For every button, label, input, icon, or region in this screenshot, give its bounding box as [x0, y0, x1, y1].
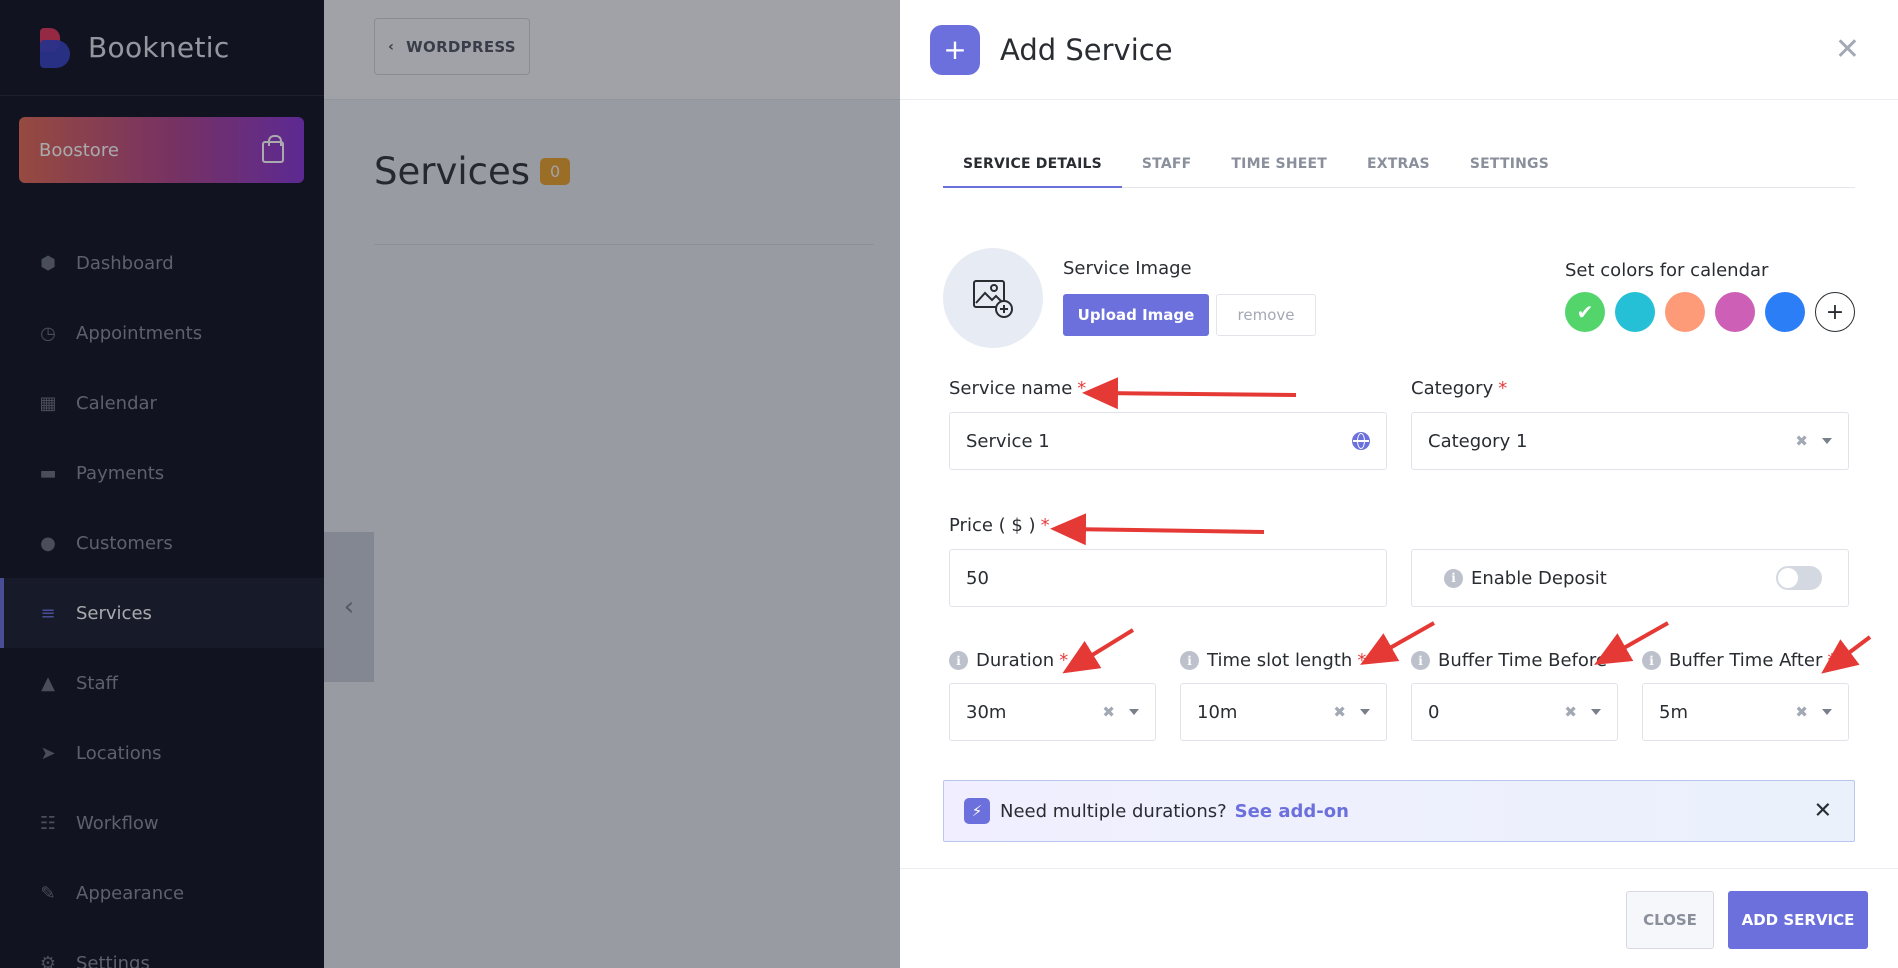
- color-swatch-blue[interactable]: [1765, 292, 1805, 332]
- service-name-value: Service 1: [966, 430, 1050, 452]
- caret-down-icon: [1591, 709, 1601, 715]
- required-marker: *: [1077, 378, 1087, 399]
- color-swatches: ✔ +: [1565, 292, 1855, 332]
- buffer-after-value: 5m: [1659, 701, 1688, 723]
- caret-down-icon: [1822, 438, 1832, 444]
- color-swatch-cyan[interactable]: [1615, 292, 1655, 332]
- addon-text: Need multiple durations?: [1000, 800, 1227, 822]
- required-marker: *: [1827, 650, 1837, 671]
- tab-service-details[interactable]: SERVICE DETAILS: [943, 146, 1122, 188]
- see-addon-link[interactable]: See add-on: [1235, 801, 1349, 822]
- category-select[interactable]: Category 1 ✖: [1411, 412, 1849, 470]
- tab-staff[interactable]: STAFF: [1122, 146, 1212, 188]
- price-label-text: Price ( $ ): [949, 515, 1036, 536]
- service-tabs: SERVICE DETAILS STAFF TIME SHEET EXTRAS …: [943, 146, 1855, 188]
- enable-deposit-toggle[interactable]: [1776, 566, 1822, 590]
- time-slot-value: 10m: [1197, 701, 1238, 723]
- image-add-icon: [973, 280, 1013, 318]
- price-label: Price ( $ ) *: [949, 515, 1050, 536]
- buffer-before-value: 0: [1428, 701, 1440, 723]
- color-swatch-green-selected[interactable]: ✔: [1565, 292, 1605, 332]
- addon-notice: ⚡ Need multiple durations? See add-on ✕: [943, 780, 1855, 842]
- buffer-before-label: i Buffer Time Before *: [1411, 650, 1621, 671]
- remove-image-button[interactable]: remove: [1216, 294, 1316, 336]
- info-icon: i: [1411, 651, 1430, 670]
- add-service-button[interactable]: ADD SERVICE: [1728, 891, 1868, 949]
- buffer-after-label-text: Buffer Time After: [1669, 650, 1823, 671]
- price-input[interactable]: 50: [949, 549, 1387, 607]
- upload-image-button[interactable]: Upload Image: [1063, 294, 1209, 336]
- buffer-before-label-text: Buffer Time Before: [1438, 650, 1607, 671]
- time-slot-label-text: Time slot length: [1207, 650, 1353, 671]
- required-marker: *: [1059, 650, 1069, 671]
- clear-icon[interactable]: ✖: [1102, 703, 1115, 721]
- required-marker: *: [1498, 378, 1508, 399]
- buffer-before-select[interactable]: 0 ✖: [1411, 683, 1618, 741]
- service-name-label: Service name *: [949, 378, 1086, 399]
- lightning-icon: ⚡: [964, 798, 990, 824]
- clear-icon[interactable]: ✖: [1795, 432, 1808, 450]
- tab-time-sheet[interactable]: TIME SHEET: [1211, 146, 1347, 188]
- tab-extras[interactable]: EXTRAS: [1347, 146, 1450, 188]
- info-icon: i: [1180, 651, 1199, 670]
- sidebar-dim-overlay: [0, 0, 324, 968]
- close-button[interactable]: CLOSE: [1626, 891, 1714, 949]
- deposit-label-text: Enable Deposit: [1471, 567, 1607, 589]
- time-slot-select[interactable]: 10m ✖: [1180, 683, 1387, 741]
- caret-down-icon: [1129, 709, 1139, 715]
- color-swatch-pink[interactable]: [1715, 292, 1755, 332]
- panel-header: + Add Service ✕: [900, 0, 1898, 100]
- price-value: 50: [966, 567, 989, 589]
- info-icon: i: [1642, 651, 1661, 670]
- service-name-label-text: Service name: [949, 378, 1073, 399]
- caret-down-icon: [1822, 709, 1832, 715]
- close-icon[interactable]: ✕: [1814, 799, 1832, 824]
- required-marker: *: [1611, 650, 1621, 671]
- tab-settings[interactable]: SETTINGS: [1450, 146, 1569, 188]
- category-label-text: Category: [1411, 378, 1494, 399]
- service-image-label: Service Image: [1063, 258, 1192, 279]
- check-icon: ✔: [1576, 300, 1594, 324]
- close-icon[interactable]: ✕: [1835, 32, 1860, 67]
- category-value: Category 1: [1428, 430, 1528, 452]
- panel-title: Add Service: [1000, 32, 1173, 67]
- info-icon: i: [1444, 568, 1463, 588]
- category-label: Category *: [1411, 378, 1507, 399]
- clear-icon[interactable]: ✖: [1795, 703, 1808, 721]
- add-service-panel: + Add Service ✕ SERVICE DETAILS STAFF TI…: [900, 0, 1898, 968]
- duration-label: i Duration *: [949, 650, 1068, 671]
- time-slot-label: i Time slot length *: [1180, 650, 1366, 671]
- deposit-label: i Enable Deposit: [1444, 568, 1607, 589]
- service-image-placeholder[interactable]: [943, 248, 1043, 348]
- caret-down-icon: [1360, 709, 1370, 715]
- clear-icon[interactable]: ✖: [1333, 703, 1346, 721]
- plus-icon: +: [930, 24, 980, 75]
- add-color-button[interactable]: +: [1815, 292, 1855, 332]
- color-swatch-orange[interactable]: [1665, 292, 1705, 332]
- service-name-input[interactable]: Service 1: [949, 412, 1387, 470]
- deposit-row: i Enable Deposit: [1411, 549, 1849, 607]
- buffer-after-label: i Buffer Time After *: [1642, 650, 1836, 671]
- info-icon: i: [949, 651, 968, 670]
- duration-value: 30m: [966, 701, 1007, 723]
- required-marker: *: [1357, 650, 1367, 671]
- plus-icon: +: [1825, 299, 1845, 325]
- duration-label-text: Duration: [976, 650, 1055, 671]
- required-marker: *: [1040, 515, 1050, 536]
- duration-select[interactable]: 30m ✖: [949, 683, 1156, 741]
- clear-icon[interactable]: ✖: [1564, 703, 1577, 721]
- globe-icon[interactable]: [1352, 432, 1370, 450]
- buffer-after-select[interactable]: 5m ✖: [1642, 683, 1849, 741]
- panel-footer: CLOSE ADD SERVICE: [900, 868, 1898, 968]
- calendar-colors-label: Set colors for calendar: [1565, 260, 1769, 281]
